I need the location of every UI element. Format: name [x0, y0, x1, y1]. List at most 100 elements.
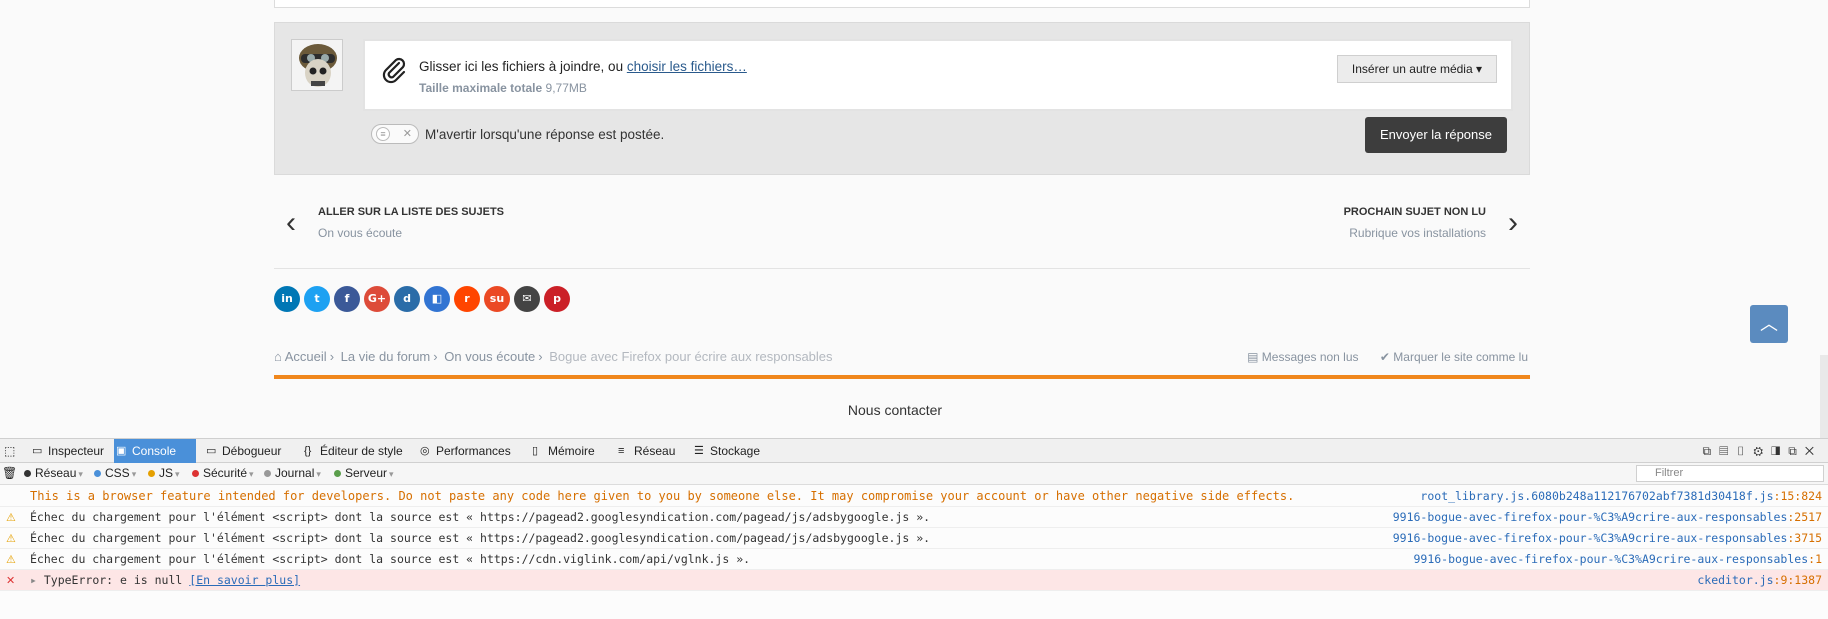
tab-debugger[interactable]: ▭ Débogueur: [204, 439, 281, 463]
next-title: PROCHAIN SUJET NON LU: [1343, 206, 1486, 218]
stumbleupon-icon[interactable]: su: [484, 286, 510, 312]
insert-media-button[interactable]: Insérer un autre média ▾: [1336, 55, 1497, 83]
tab-style-editor[interactable]: {} Éditeur de style: [302, 439, 403, 463]
send-reply-button[interactable]: Envoyer la réponse: [1365, 117, 1507, 153]
filter-security[interactable]: Sécurité ▾: [192, 466, 254, 480]
attachment-dropzone[interactable]: Glisser ici les fichiers à joindre, ou c…: [363, 39, 1513, 111]
filter-network[interactable]: Réseau ▾: [24, 466, 83, 480]
storage-icon: ☰: [694, 445, 704, 457]
chevron-left-icon: ‹: [286, 206, 296, 239]
memory-icon: ▯: [532, 445, 539, 457]
inspector-icon: ▭: [32, 445, 43, 457]
element-picker-icon[interactable]: ⬚: [0, 439, 15, 463]
filter-js[interactable]: JS ▾: [148, 466, 180, 480]
breadcrumb-item[interactable]: On vous écoute: [444, 349, 535, 364]
console-message-text: TypeError: e is null: [43, 573, 190, 587]
frame-icon[interactable]: ▤: [1719, 444, 1736, 458]
dropzone-text: Glisser ici les fichiers à joindre, ou: [419, 59, 627, 74]
choose-files-link[interactable]: choisir les fichiers…: [627, 59, 747, 74]
forum-page: Glisser ici les fichiers à joindre, ou c…: [0, 0, 1828, 438]
breadcrumb-home[interactable]: Accueil: [285, 349, 327, 364]
console-message-source[interactable]: 9916-bogue-avec-firefox-pour-%C3%A9crire…: [1413, 549, 1822, 570]
prev-topic-link[interactable]: ‹ ALLER SUR LA LISTE DES SUJETS On vous …: [286, 206, 505, 240]
console-filter-input[interactable]: Filtrer: [1636, 465, 1824, 482]
digg-icon[interactable]: d: [394, 286, 420, 312]
scroll-to-top-button[interactable]: ︿: [1750, 305, 1788, 343]
warning-icon: ⚠: [6, 511, 16, 524]
popout-icon[interactable]: ⧉: [1788, 444, 1805, 458]
google-plus-icon[interactable]: G+: [364, 286, 390, 312]
learn-more-link[interactable]: [En savoir plus]: [189, 573, 300, 587]
paperclip-icon: [382, 57, 406, 84]
warning-icon: ⚠: [6, 553, 16, 566]
expand-arrow-icon[interactable]: ▸: [30, 573, 44, 587]
prev-subtitle: On vous écoute: [318, 226, 403, 240]
email-icon[interactable]: ✉: [514, 286, 540, 312]
max-size-value: 9,77MB: [545, 81, 587, 95]
console-message-source[interactable]: 9916-bogue-avec-firefox-pour-%C3%A9crire…: [1393, 507, 1822, 528]
filter-server[interactable]: Serveur ▾: [334, 466, 394, 480]
console-message-text: This is a browser feature intended for d…: [30, 489, 1295, 503]
reddit-icon[interactable]: r: [454, 286, 480, 312]
post-box-bottom: [274, 0, 1530, 8]
debugger-icon: ▭: [206, 445, 217, 457]
toggle-knob: ≡: [376, 127, 390, 141]
trash-icon[interactable]: 🗑: [2, 466, 17, 480]
inbox-icon: ▤: [1247, 350, 1259, 364]
split-icon[interactable]: ◨: [1771, 444, 1788, 458]
error-icon: ✕: [6, 574, 16, 587]
page-scrollbar[interactable]: [1820, 355, 1828, 438]
tab-network[interactable]: ≡ Réseau: [616, 439, 675, 463]
console-message-source[interactable]: root_library.js.6080b248a112176702abf738…: [1420, 486, 1822, 507]
divider: [274, 268, 1530, 269]
filter-log[interactable]: Journal ▾: [264, 466, 321, 480]
devtools-panel: ⬚ ▭ Inspecteur ▣ Console ▭ Débogueur {} Édit…: [0, 438, 1828, 619]
prev-title: ALLER SUR LA LISTE DES SUJETS: [318, 206, 505, 218]
max-size-label: Taille maximale totale: [419, 81, 543, 95]
tab-memory[interactable]: ▯ Mémoire: [530, 439, 595, 463]
braces-icon: {}: [304, 445, 312, 457]
tab-console[interactable]: ▣ Console: [114, 439, 196, 463]
breadcrumb-current: Bogue avec Firefox pour écrire aux respo…: [549, 349, 833, 364]
console-error: ✕ ▸ TypeError: e is null [En savoir plus…: [0, 570, 1828, 591]
tab-storage[interactable]: ☰ Stockage: [692, 439, 760, 463]
twitter-icon[interactable]: t: [304, 286, 330, 312]
close-icon[interactable]: ✕: [1805, 444, 1822, 458]
avatar[interactable]: [291, 39, 343, 91]
console-message-source[interactable]: ckeditor.js:9:1387: [1697, 570, 1822, 591]
console-message: This is a browser feature intended for d…: [0, 486, 1828, 507]
contact-link[interactable]: Nous contacter: [0, 402, 1790, 418]
performance-icon: ◎: [420, 445, 430, 457]
breadcrumb-item[interactable]: La vie du forum: [341, 349, 431, 364]
notify-toggle[interactable]: ≡ ✕: [371, 124, 419, 144]
warning-icon: ⚠: [6, 532, 16, 545]
delicious-icon[interactable]: ◧: [424, 286, 450, 312]
responsive-icon[interactable]: ▯: [1736, 444, 1753, 458]
devtools-toolbar: ⬚ ▭ Inspecteur ▣ Console ▭ Débogueur {} Édit…: [0, 439, 1828, 463]
breadcrumb: ⌂ Accueil › La vie du forum › On vous écou…: [274, 349, 833, 364]
next-unread-link[interactable]: PROCHAIN SUJET NON LU Rubrique vos insta…: [1343, 206, 1518, 240]
console-message-source[interactable]: 9916-bogue-avec-firefox-pour-%C3%A9crire…: [1393, 528, 1822, 549]
tab-inspector[interactable]: ▭ Inspecteur: [30, 439, 104, 463]
chevron-right-icon: ›: [1508, 206, 1518, 239]
mark-read-link[interactable]: ✔ Marquer le site comme lu: [1380, 350, 1528, 364]
notify-label: M'avertir lorsqu'une réponse est postée.: [425, 127, 665, 142]
console-message-text: Échec du chargement pour l'élément <scri…: [30, 552, 751, 566]
dock-icon[interactable]: ⧉: [1703, 444, 1720, 458]
home-icon: ⌂: [274, 349, 282, 364]
console-message: ⚠ Échec du chargement pour l'élément <sc…: [0, 507, 1828, 528]
reply-area: Glisser ici les fichiers à joindre, ou c…: [274, 22, 1530, 175]
filter-css[interactable]: CSS ▾: [94, 466, 136, 480]
devtools-window-controls[interactable]: ⧉▤▯⚙◨⧉✕: [1703, 439, 1822, 463]
linkedin-icon[interactable]: in: [274, 286, 300, 312]
console-message-text: Échec du chargement pour l'élément <scri…: [30, 531, 931, 545]
console-filter-bar: 🗑 Réseau ▾ CSS ▾ JS ▾ Sécurité ▾ Journal ▾ Se…: [0, 463, 1828, 485]
toggle-off-icon: ✕: [402, 128, 412, 140]
tab-performance[interactable]: ◎ Performances: [418, 439, 511, 463]
footer-accent-bar: [274, 375, 1530, 379]
unread-messages-link[interactable]: ▤ Messages non lus: [1247, 350, 1358, 364]
facebook-icon[interactable]: f: [334, 286, 360, 312]
pinterest-icon[interactable]: p: [544, 286, 570, 312]
settings-icon[interactable]: ⚙: [1753, 444, 1771, 458]
console-message: ⚠ Échec du chargement pour l'élément <sc…: [0, 528, 1828, 549]
